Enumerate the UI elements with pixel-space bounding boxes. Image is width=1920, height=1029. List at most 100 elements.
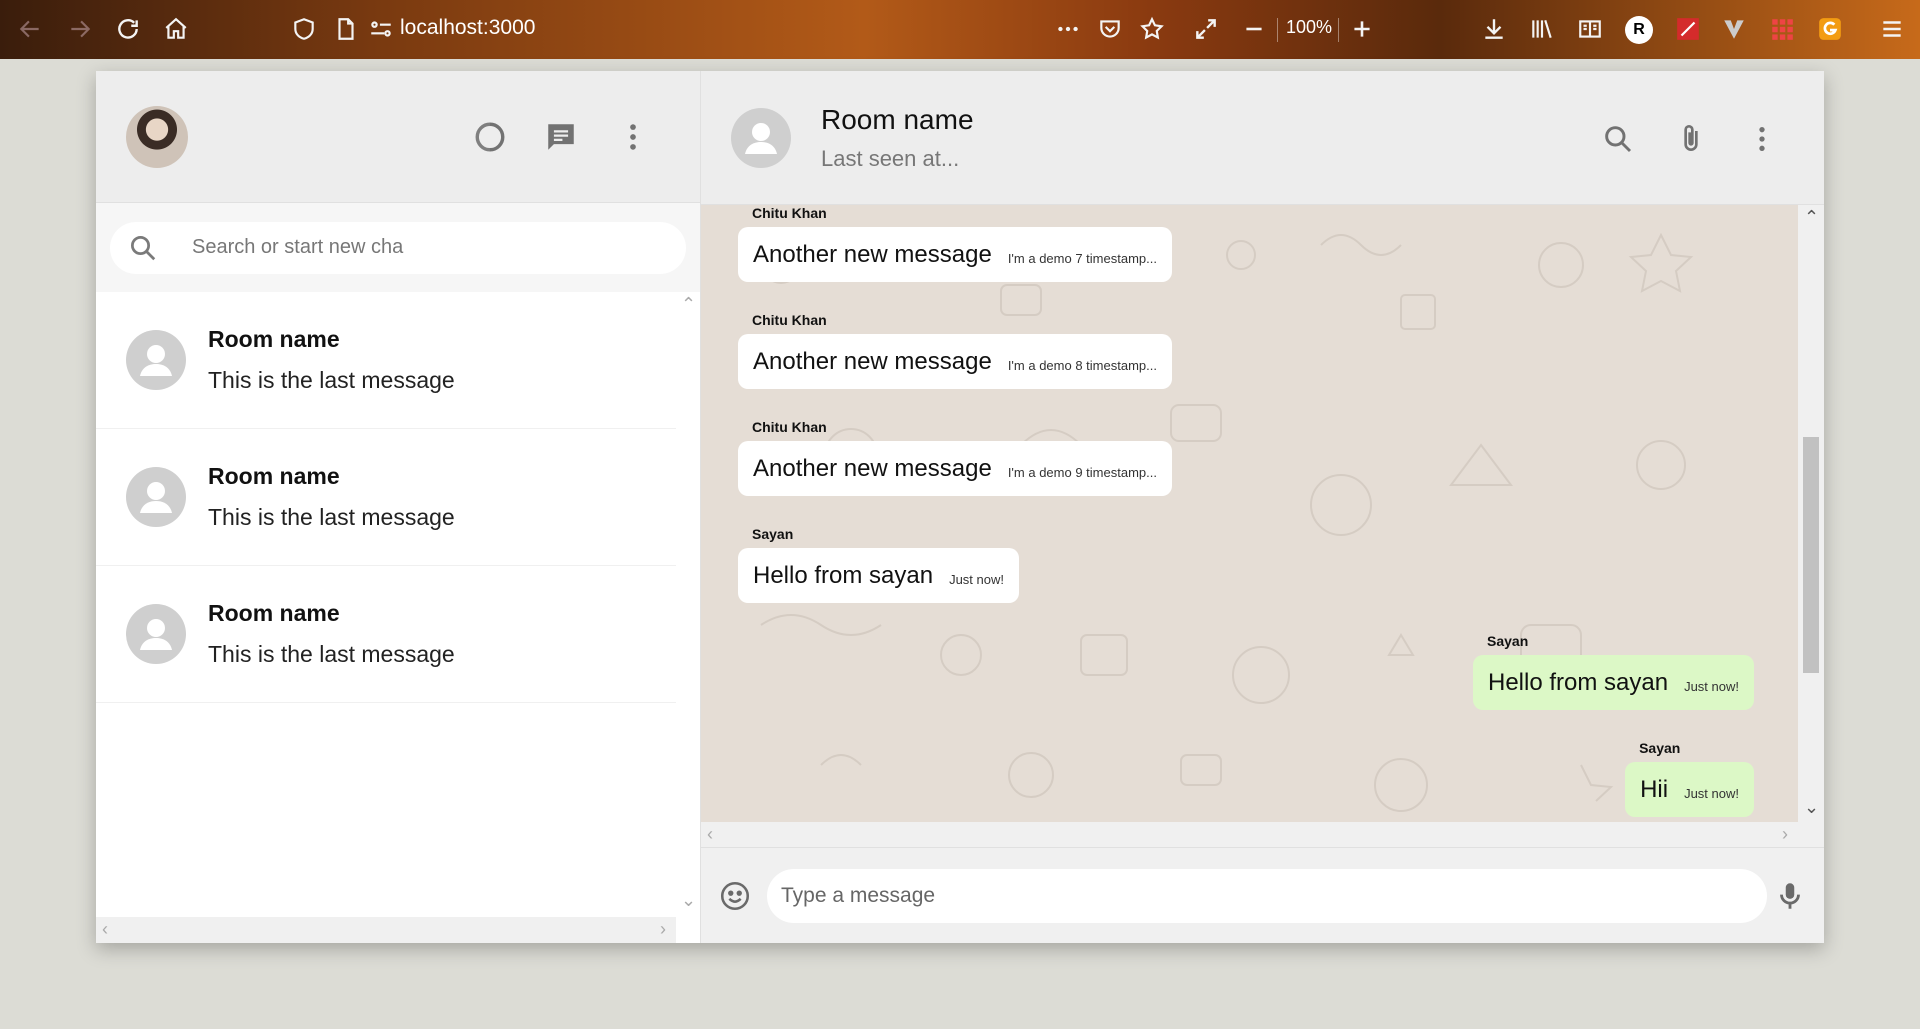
- extension-v-icon[interactable]: [1714, 9, 1754, 49]
- zoom-out-icon[interactable]: [1234, 9, 1274, 49]
- search-icon[interactable]: [1598, 119, 1638, 159]
- more-actions-icon[interactable]: [1048, 9, 1088, 49]
- message-timestamp: Just now!: [1684, 679, 1739, 694]
- message-sender: Chitu Khan: [752, 205, 827, 221]
- more-vert-icon[interactable]: [1742, 119, 1782, 159]
- chat-panel: Room name Last seen at... Chitu Khan Ano…: [701, 71, 1824, 943]
- scroll-left-icon[interactable]: ‹: [707, 824, 713, 845]
- message: Chitu Khan Another new message I'm a dem…: [738, 419, 1172, 496]
- scroll-right-icon[interactable]: ›: [1782, 824, 1788, 845]
- home-icon[interactable]: [156, 9, 196, 49]
- message-timestamp: I'm a demo 7 timestamp...: [1007, 251, 1157, 266]
- messages-scrollbar[interactable]: ⌃ ⌄: [1798, 205, 1824, 822]
- composer: [701, 848, 1824, 943]
- search-icon: [131, 235, 156, 260]
- zoom-level[interactable]: 100%: [1286, 17, 1332, 38]
- message-text: Hello from sayan: [1488, 669, 1669, 696]
- microphone-icon[interactable]: [1770, 876, 1810, 916]
- emoji-icon[interactable]: [715, 876, 755, 916]
- menu-icon[interactable]: [1872, 9, 1912, 49]
- room-name: Room name: [208, 463, 340, 489]
- url-text[interactable]: localhost:3000: [400, 16, 535, 40]
- scroll-down-icon[interactable]: ⌄: [681, 890, 696, 911]
- new-chat-icon[interactable]: [541, 117, 581, 157]
- room-name: Room name: [208, 326, 340, 352]
- profile-avatar[interactable]: R: [1625, 16, 1653, 44]
- scroll-down-icon[interactable]: ⌄: [1804, 797, 1819, 818]
- scroll-right-icon[interactable]: ›: [660, 919, 666, 940]
- library-icon[interactable]: [1522, 9, 1562, 49]
- scrollbar-thumb[interactable]: [1803, 437, 1819, 673]
- message-text: Hii: [1640, 776, 1669, 803]
- sidebar-horizontal-scrollbar[interactable]: ‹ ›: [96, 917, 676, 943]
- message-bubble[interactable]: Another new message I'm a demo 9 timesta…: [738, 441, 1172, 496]
- message-input[interactable]: [781, 883, 1741, 908]
- zoom-in-icon[interactable]: [1342, 9, 1382, 49]
- last-message: This is the last message: [208, 367, 455, 393]
- download-icon[interactable]: [1474, 9, 1514, 49]
- reload-icon[interactable]: [108, 9, 148, 49]
- message-sender: Sayan: [1487, 633, 1529, 649]
- message-bubble[interactable]: Another new message I'm a demo 8 timesta…: [738, 334, 1172, 389]
- message: Chitu Khan Another new message I'm a dem…: [738, 205, 1172, 282]
- scroll-left-icon[interactable]: ‹: [102, 919, 108, 940]
- messages-horizontal-scrollbar[interactable]: ‹ ›: [701, 822, 1824, 848]
- message-bubble[interactable]: Another new message I'm a demo 7 timesta…: [738, 227, 1172, 282]
- message-bubble[interactable]: Hello from sayan Just now!: [738, 548, 1019, 603]
- chat-header: Room name Last seen at...: [701, 71, 1824, 205]
- room-avatar: [126, 330, 186, 390]
- message-text: Another new message: [753, 348, 992, 375]
- browser-toolbar: localhost:3000 100% R: [0, 0, 1920, 59]
- status-icon[interactable]: [470, 117, 510, 157]
- back-icon[interactable]: [10, 9, 50, 49]
- page-icon: [326, 9, 366, 49]
- scroll-up-icon[interactable]: ⌃: [1804, 207, 1819, 228]
- message-own: Sayan Hello from sayan Just now!: [1473, 633, 1754, 710]
- message-own: Sayan Hii Just now!: [1625, 740, 1754, 817]
- pocket-icon[interactable]: [1090, 9, 1130, 49]
- room-avatar: [126, 604, 186, 664]
- attach-icon[interactable]: [1671, 119, 1711, 159]
- bookmark-star-icon[interactable]: [1132, 9, 1172, 49]
- extension-red-icon[interactable]: [1668, 9, 1708, 49]
- sidebar: Room name This is the last message Room …: [96, 71, 701, 943]
- message-sender: Chitu Khan: [752, 419, 827, 435]
- message-timestamp: I'm a demo 8 timestamp...: [1007, 358, 1157, 373]
- message-timestamp: I'm a demo 9 timestamp...: [1007, 465, 1157, 480]
- message-input-box[interactable]: [767, 868, 1767, 923]
- last-message: This is the last message: [208, 504, 455, 530]
- room-avatar: [126, 467, 186, 527]
- message-sender: Sayan: [752, 526, 794, 542]
- search-input[interactable]: [192, 236, 652, 259]
- message: Sayan Hello from sayan Just now!: [738, 526, 1019, 603]
- last-message: This is the last message: [208, 641, 455, 667]
- sidebar-search: [96, 203, 700, 292]
- chat-list-item[interactable]: Room name This is the last message: [96, 429, 676, 566]
- room-avatar[interactable]: [731, 107, 791, 168]
- search-box[interactable]: [110, 221, 686, 274]
- forward-icon[interactable]: [60, 9, 100, 49]
- permissions-icon[interactable]: [361, 9, 401, 49]
- chat-title: Room name: [821, 103, 974, 135]
- message-text: Hello from sayan: [753, 562, 934, 589]
- apps-grid-icon[interactable]: [1762, 9, 1802, 49]
- shield-icon[interactable]: [284, 9, 324, 49]
- chat-list-item[interactable]: Room name This is the last message: [96, 566, 676, 703]
- message-sender: Chitu Khan: [752, 312, 827, 328]
- reader-view-icon[interactable]: [1570, 9, 1610, 49]
- scroll-up-icon[interactable]: ⌃: [681, 294, 696, 315]
- chat-list: Room name This is the last message Room …: [96, 292, 700, 943]
- user-avatar[interactable]: [126, 105, 188, 168]
- room-name: Room name: [208, 600, 340, 626]
- message-bubble[interactable]: Hello from sayan Just now!: [1473, 655, 1754, 710]
- extension-g-icon[interactable]: [1810, 9, 1850, 49]
- message-area: Chitu Khan Another new message I'm a dem…: [701, 205, 1824, 822]
- fullscreen-icon[interactable]: [1186, 9, 1226, 49]
- message-text: Another new message: [753, 241, 992, 268]
- message-bubble[interactable]: Hii Just now!: [1625, 762, 1754, 817]
- message-timestamp: Just now!: [1684, 786, 1739, 801]
- sidebar-scrollbar[interactable]: ⌃ ⌄: [676, 292, 700, 943]
- more-vert-icon[interactable]: [613, 117, 653, 157]
- chat-list-item[interactable]: Room name This is the last message: [96, 292, 676, 429]
- chat-app: Room name This is the last message Room …: [96, 71, 1824, 943]
